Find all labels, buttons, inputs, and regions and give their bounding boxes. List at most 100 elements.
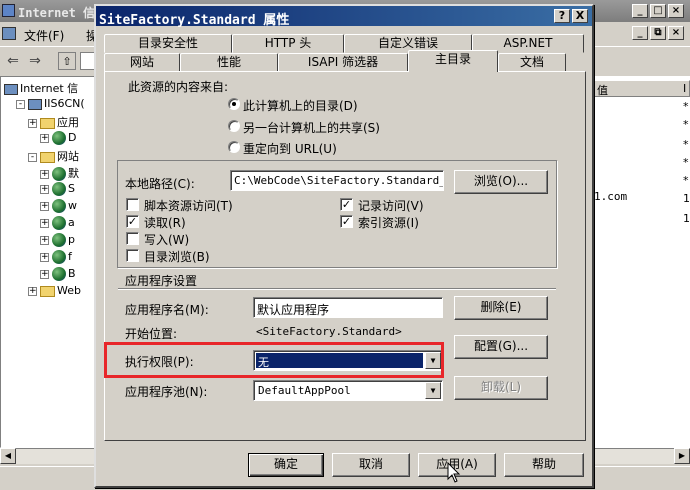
forward-arrow-icon[interactable]: ⇒	[26, 52, 44, 70]
up-folder-icon[interactable]: ⇧	[58, 52, 76, 70]
tree-item-label: B	[68, 267, 76, 280]
expand-icon[interactable]: +	[40, 269, 49, 279]
expand-icon[interactable]: +	[40, 133, 49, 143]
tree-item[interactable]: + f	[40, 250, 72, 268]
help-button[interactable]: 帮助	[504, 453, 584, 477]
tab-performance[interactable]: 性能	[180, 53, 278, 72]
unload-button[interactable]: 卸载(L)	[454, 376, 548, 400]
checkbox-read-label[interactable]: 读取(R)	[144, 214, 186, 231]
tree-item-label: w	[68, 199, 77, 212]
tree-item[interactable]: + Web	[28, 284, 81, 302]
tree-item[interactable]: + 默	[40, 165, 79, 183]
checkbox-log-visits-label[interactable]: 记录访问(V)	[358, 197, 424, 214]
tree-item[interactable]: + 应用	[28, 114, 79, 132]
checkbox-write-label[interactable]: 写入(W)	[144, 231, 189, 248]
tree-item[interactable]: + B	[40, 267, 76, 285]
scroll-left-icon[interactable]: ◀	[0, 448, 16, 464]
collapse-icon[interactable]: -	[16, 99, 25, 109]
globe-icon	[52, 182, 66, 196]
remove-button[interactable]: 删除(E)	[454, 296, 548, 320]
globe-icon	[52, 233, 66, 247]
tree-item[interactable]: + p	[40, 233, 75, 251]
checkbox-script-source-access[interactable]	[126, 198, 139, 211]
app-pool-value: DefaultAppPool	[258, 384, 351, 397]
checkbox-directory-browsing-label[interactable]: 目录浏览(B)	[144, 248, 210, 265]
details-pane	[592, 76, 690, 448]
tree-item-label: a	[68, 216, 75, 229]
radio-local-directory[interactable]	[228, 98, 240, 110]
expand-icon[interactable]: +	[40, 235, 49, 245]
tab-directory-security[interactable]: 目录安全性	[104, 34, 232, 53]
details-col-extra[interactable]: I	[683, 82, 686, 95]
tab-isapi-filters[interactable]: ISAPI 筛选器	[278, 53, 408, 72]
dialog-title: SiteFactory.Standard 属性	[99, 13, 290, 28]
tree-item[interactable]: Internet 信	[4, 80, 78, 98]
menu-file[interactable]: 文件(F)	[24, 27, 64, 44]
radio-redirect-url-label[interactable]: 重定向到 URL(U)	[243, 140, 337, 157]
radio-local-directory-label[interactable]: 此计算机上的目录(D)	[243, 97, 358, 114]
tree-item[interactable]: + a	[40, 216, 75, 234]
checkbox-script-source-access-label[interactable]: 脚本资源访问(T)	[144, 197, 233, 214]
tree-item[interactable]: + w	[40, 199, 77, 217]
folder-icon	[40, 151, 55, 163]
expand-icon[interactable]: +	[40, 252, 49, 262]
help-icon[interactable]: ?	[554, 9, 570, 23]
iis-app-icon	[2, 4, 15, 17]
details-cell: 1	[683, 212, 690, 225]
tree-item-label: 应用	[57, 116, 79, 129]
local-path-input[interactable]: C:\WebCode\SiteFactory.Standard_3	[230, 170, 444, 191]
tree-item[interactable]: - IIS6CN(	[16, 97, 85, 115]
browse-button[interactable]: 浏览(O)...	[454, 170, 548, 194]
mouse-cursor-icon	[447, 462, 461, 483]
expand-icon[interactable]: +	[40, 169, 49, 179]
tree-item[interactable]: + D	[40, 131, 76, 149]
child-restore-icon[interactable]: ⧉	[650, 26, 666, 40]
expand-icon[interactable]: +	[40, 218, 49, 228]
minimize-icon[interactable]: _	[632, 4, 648, 18]
radio-network-share-label[interactable]: 另一台计算机上的共享(S)	[243, 119, 380, 136]
checkbox-read[interactable]: ✓	[126, 215, 139, 228]
checkbox-write[interactable]	[126, 232, 139, 245]
tab-http-headers[interactable]: HTTP 头	[232, 34, 344, 53]
checkbox-directory-browsing[interactable]	[126, 249, 139, 262]
details-cell: 1	[683, 192, 690, 205]
app-name-input[interactable]: 默认应用程序	[253, 297, 443, 318]
local-path-label: 本地路径(C):	[125, 177, 195, 191]
mmc-console-icon[interactable]	[2, 27, 16, 40]
tree-item[interactable]: - 网站	[28, 148, 79, 166]
close-icon[interactable]: ×	[668, 4, 684, 18]
tab-documents[interactable]: 文档	[498, 53, 566, 72]
dialog-close-icon[interactable]: X	[572, 9, 588, 23]
expand-icon[interactable]: +	[28, 286, 37, 296]
chevron-down-icon[interactable]: ▼	[425, 382, 441, 399]
tree-item[interactable]: + S	[40, 182, 75, 200]
app-pool-select[interactable]: DefaultAppPool ▼	[253, 380, 443, 401]
cancel-button[interactable]: 取消	[332, 453, 410, 477]
collapse-icon[interactable]: -	[28, 152, 37, 162]
tree-item-label: Web	[57, 284, 81, 297]
checkbox-log-visits[interactable]: ✓	[340, 198, 353, 211]
expand-icon[interactable]: +	[40, 184, 49, 194]
checkbox-index-resource[interactable]: ✓	[340, 215, 353, 228]
expand-icon[interactable]: +	[28, 118, 37, 128]
details-cell: *	[683, 100, 689, 113]
radio-network-share[interactable]	[228, 120, 240, 132]
scroll-right-icon[interactable]: ▶	[674, 448, 690, 464]
back-arrow-icon[interactable]: ⇐	[4, 52, 22, 70]
tree-item-label: Internet 信	[20, 82, 79, 95]
expand-icon[interactable]: +	[40, 201, 49, 211]
child-minimize-icon[interactable]: _	[632, 26, 648, 40]
tab-home-directory[interactable]: 主目录	[408, 50, 498, 72]
child-close-icon[interactable]: ×	[668, 26, 684, 40]
configure-button[interactable]: 配置(G)...	[454, 335, 548, 359]
ok-button[interactable]: 确定	[248, 453, 324, 477]
app-pool-label: 应用程序池(N):	[125, 385, 208, 399]
radio-redirect-url[interactable]	[228, 141, 240, 153]
details-col-value[interactable]: 值	[597, 82, 608, 98]
maximize-icon[interactable]: □	[650, 4, 666, 18]
checkbox-index-resource-label[interactable]: 索引资源(I)	[358, 214, 419, 231]
globe-icon	[52, 167, 66, 181]
tab-website[interactable]: 网站	[104, 53, 180, 72]
tree-item-label: 网站	[57, 150, 79, 163]
details-cell: *	[683, 174, 689, 187]
